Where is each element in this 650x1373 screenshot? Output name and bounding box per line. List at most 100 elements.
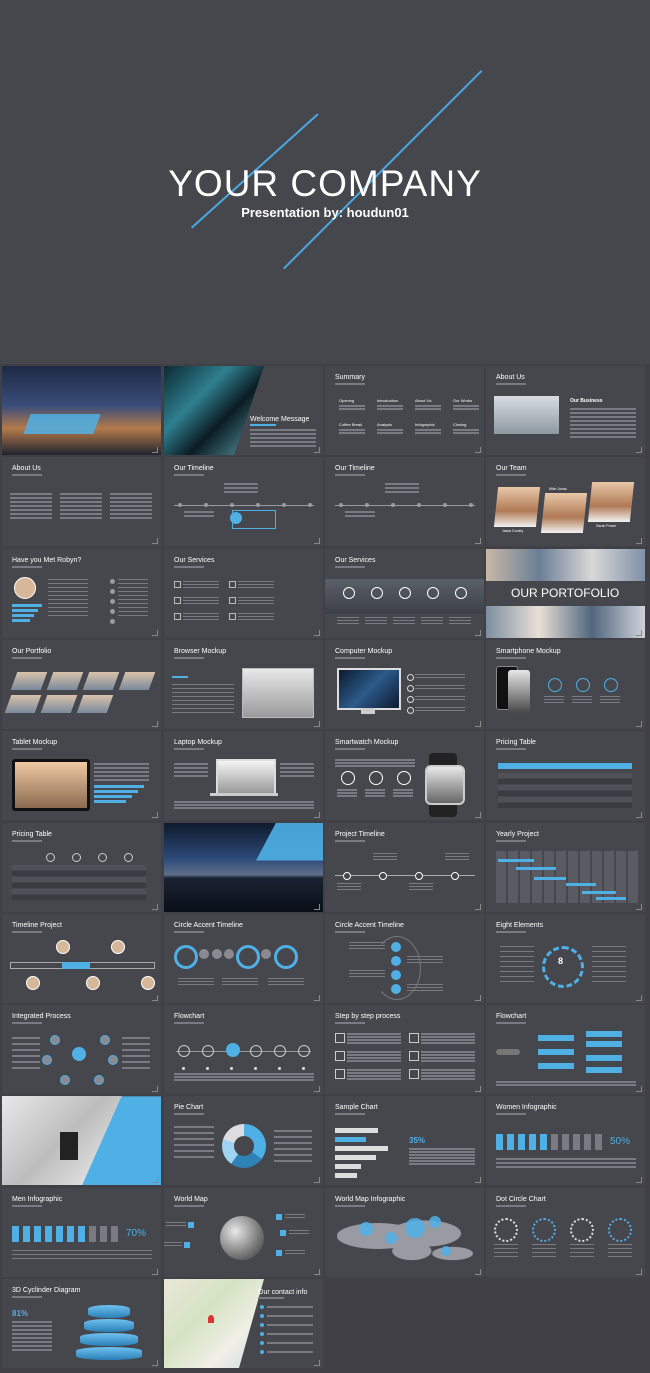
- skill-bar: [94, 795, 132, 799]
- slide-thumbnail-s21[interactable]: Pricing Table: [2, 822, 161, 912]
- chart-bar: [335, 1146, 388, 1152]
- slide-title: Men Infographic: [12, 1195, 63, 1203]
- text-line: [608, 1251, 632, 1254]
- slide-thumbnail-s17[interactable]: Tablet Mockup: [2, 731, 161, 821]
- text-line: [250, 429, 316, 431]
- text-line: [12, 1043, 40, 1045]
- text-line: [337, 616, 359, 619]
- text-line: [445, 858, 469, 860]
- accent-circle: [236, 944, 260, 969]
- slide-thumbnail-s34[interactable]: Pie Chart: [164, 1096, 323, 1186]
- text-line: [172, 699, 234, 702]
- slide-thumbnail-s1[interactable]: [2, 366, 161, 455]
- text-line: [268, 977, 304, 980]
- person-icon: [529, 1134, 536, 1151]
- slide-thumbnail-s4[interactable]: About Us Our Business: [486, 366, 645, 455]
- slide-thumbnail-s38[interactable]: World Map: [164, 1187, 323, 1277]
- corner-mark: [636, 903, 642, 910]
- flow-dot: [182, 1067, 185, 1071]
- text-line: [347, 1072, 401, 1074]
- slide-thumbnail-s31[interactable]: Step by step process: [325, 1005, 484, 1095]
- corner-mark: [152, 1360, 158, 1366]
- slide-thumbnail-s12[interactable]: OUR PORTOFOLIO: [486, 548, 645, 638]
- map-bubble: [359, 1221, 373, 1236]
- slide-thumbnail-s10[interactable]: Our Services: [164, 548, 323, 638]
- text-line: [385, 483, 419, 485]
- slide-title: Welcome Message: [250, 416, 310, 423]
- text-line: [532, 1243, 556, 1246]
- slide-thumbnail-s2[interactable]: Welcome Message: [164, 366, 323, 455]
- slide-thumbnail-s6[interactable]: Our Timeline: [164, 457, 323, 547]
- portfolio-image: [76, 694, 114, 713]
- text-line: [280, 763, 314, 765]
- process-node: [100, 1035, 110, 1046]
- slide-thumbnail-s41[interactable]: 3D Cyclinder Diagram 81%: [2, 1279, 161, 1368]
- slide-thumbnail-s33[interactable]: [2, 1096, 161, 1186]
- text-line: [224, 491, 258, 493]
- slide-thumbnail-s42[interactable]: Our contact info: [164, 1279, 323, 1368]
- slide-thumbnail-s25[interactable]: Timeline Project: [2, 913, 161, 1003]
- text-line: [347, 1039, 401, 1041]
- summary-item: Coffee Break: [339, 422, 363, 427]
- accent-circle: [174, 944, 198, 969]
- slide-thumbnail-s37[interactable]: Men Infographic 70%: [2, 1187, 161, 1277]
- slide-thumbnail-s28[interactable]: Eight Elements 8: [486, 913, 645, 1003]
- corner-mark: [475, 1177, 481, 1184]
- text-line: [268, 980, 304, 983]
- text-line: [415, 695, 465, 698]
- slide-thumbnail-s19[interactable]: Smartwatch Mockup: [325, 731, 484, 821]
- slide-thumbnail-s30[interactable]: Flowchart: [164, 1005, 323, 1095]
- text-line: [250, 445, 316, 447]
- text-line: [544, 701, 564, 704]
- slide-thumbnail-s5[interactable]: About Us: [2, 457, 161, 547]
- skill-bar: [12, 613, 34, 617]
- slide-thumbnail-s3[interactable]: Summary Opening Introduction About Us Our Wo…: [325, 366, 484, 455]
- text-line: [453, 432, 479, 434]
- gantt-bar: [498, 858, 534, 862]
- text-line: [110, 497, 152, 499]
- slide-thumbnail-s23[interactable]: Project Timeline: [325, 822, 484, 912]
- slide-thumbnail-s24[interactable]: Yearly Project: [486, 822, 645, 912]
- step-icon: [409, 1051, 419, 1062]
- slide-thumbnail-s15[interactable]: Computer Mockup: [325, 639, 484, 729]
- slide-thumbnail-s13[interactable]: Our Portfolio: [2, 639, 161, 729]
- slide-thumbnail-s27[interactable]: Circle Accent Timeline: [325, 913, 484, 1003]
- corner-mark: [636, 1268, 642, 1275]
- slide-subtitle-line: [12, 1204, 42, 1207]
- corner-mark: [152, 1086, 158, 1093]
- slide-thumbnail-s7[interactable]: Our Timeline: [325, 457, 484, 547]
- text-line: [172, 703, 234, 706]
- text-line: [285, 1249, 305, 1252]
- slide-thumbnail-s32[interactable]: Flowchart: [486, 1005, 645, 1095]
- slide-thumbnail-s40[interactable]: Dot Circle Chart: [486, 1187, 645, 1277]
- process-node: [42, 1055, 52, 1066]
- text-line: [274, 1130, 312, 1132]
- text-line: [10, 501, 52, 503]
- service-icon: [229, 580, 236, 588]
- slide-thumbnail-s39[interactable]: World Map Infographic: [325, 1187, 484, 1277]
- slide-title: Pricing Table: [12, 830, 52, 838]
- corner-mark: [152, 812, 158, 819]
- slide-thumbnail-s35[interactable]: Sample Chart 35%: [325, 1096, 484, 1186]
- service-icon: [399, 586, 411, 599]
- slide-thumbnail-s8[interactable]: Our Team Jason Dunley Mike Jonas Sarah Powe…: [486, 457, 645, 547]
- slide-thumbnail-s11[interactable]: Our Services: [325, 548, 484, 638]
- slide-thumbnail-s18[interactable]: Laptop Mockup: [164, 731, 323, 821]
- text-line: [409, 1160, 475, 1162]
- slide-subtitle-line: [335, 1204, 365, 1207]
- slide-thumbnail-s22[interactable]: [164, 822, 323, 912]
- person-icon: [100, 1225, 107, 1242]
- slide-thumbnail-s36[interactable]: Women Infographic 50%: [486, 1096, 645, 1186]
- flow-icon: [202, 1045, 214, 1058]
- slide-thumbnail-s29[interactable]: Integrated Process: [2, 1005, 161, 1095]
- slide-thumbnail-s20[interactable]: Pricing Table: [486, 731, 645, 821]
- text-line: [572, 701, 592, 704]
- text-line: [10, 517, 52, 519]
- slide-thumbnail-s9[interactable]: Have you Met Robyn?: [2, 548, 161, 638]
- portfolio-strip: [486, 605, 645, 638]
- portfolio-image: [118, 671, 156, 690]
- slide-thumbnail-s14[interactable]: Browser Mockup: [164, 639, 323, 729]
- slide-thumbnail-s16[interactable]: Smartphone Mockup: [486, 639, 645, 729]
- slide-thumbnail-s26[interactable]: Circle Accent Timeline: [164, 913, 323, 1003]
- about-heading: Our Business: [570, 398, 603, 404]
